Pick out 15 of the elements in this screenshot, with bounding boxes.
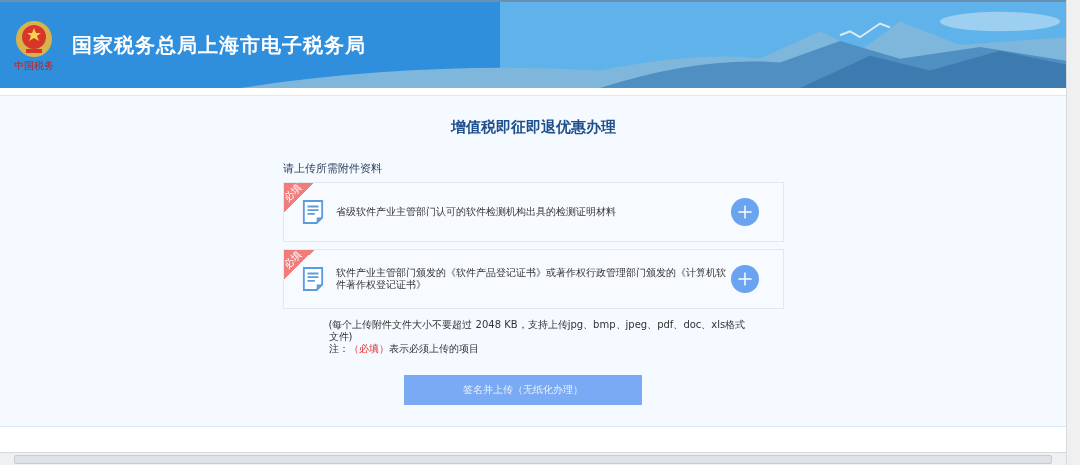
horizontal-scrollbar[interactable]: [0, 452, 1066, 465]
section-heading: 请上传所需附件资料: [282, 161, 383, 176]
page-title: 增值税即征即退优惠办理: [450, 118, 616, 137]
size-hint: (每个上传附件文件大小不要超过 2048 KB，支持上传jpg、bmp、jpeg、pdf、doc、xls格式文件): [328, 319, 747, 343]
add-button[interactable]: [730, 198, 759, 226]
attachment-label: 软件产业主管部门颁发的《软件产品登记证书》或著作权行政管理部门颁发的《计算机软件著作权登记证书》: [335, 267, 727, 291]
legend-note: 注：（必填）表示必须上传的项目: [328, 343, 480, 355]
site-title: 国家税务总局上海市电子税务局: [72, 31, 366, 59]
vertical-scrollbar[interactable]: [1066, 0, 1080, 465]
document-icon: [301, 266, 324, 292]
attachment-label: 省级软件产业主管部门认可的软件检测机构出具的检测证明材料: [335, 206, 617, 218]
emblem-caption: 中国税务: [14, 61, 54, 71]
emblem-icon: [14, 19, 54, 59]
document-icon: [301, 199, 324, 225]
add-button[interactable]: [730, 265, 759, 293]
